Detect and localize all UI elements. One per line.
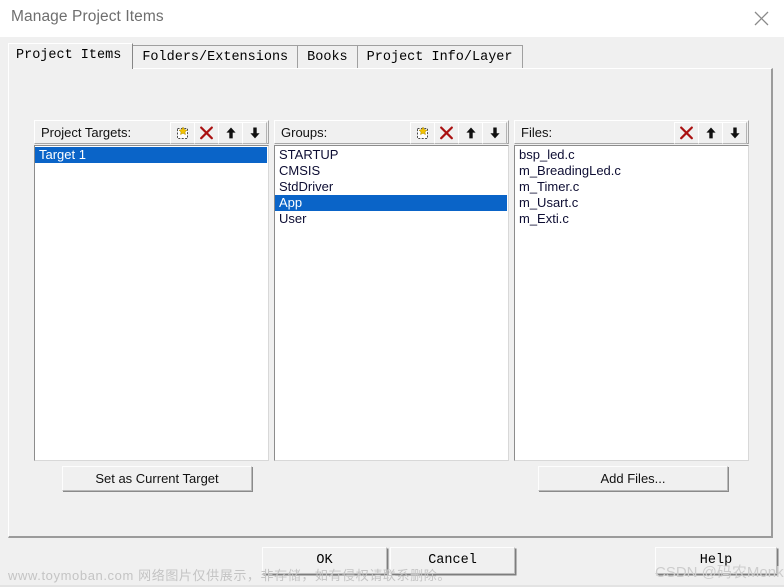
add-files-button[interactable]: Add Files... <box>538 466 728 491</box>
help-button[interactable]: Help <box>655 547 777 574</box>
move-down-icon[interactable] <box>722 122 747 144</box>
new-item-icon[interactable] <box>410 122 435 144</box>
button-label: Set as Current Target <box>95 471 219 486</box>
project-targets-label: Project Targets: <box>41 124 132 140</box>
list-item[interactable]: m_Exti.c <box>515 211 748 227</box>
files-label: Files: <box>521 124 553 140</box>
groups-list[interactable]: STARTUP CMSIS StdDriver App User <box>274 145 509 461</box>
list-item[interactable]: bsp_led.c <box>515 147 748 163</box>
list-item[interactable]: CMSIS <box>275 163 508 179</box>
delete-icon[interactable] <box>434 122 459 144</box>
manage-project-items-dialog: Manage Project Items Project Items Folde… <box>0 0 784 587</box>
tab-project-items[interactable]: Project Items <box>8 43 134 69</box>
groups-panel: Groups: STARTUP CMSIS StdDriver App User <box>274 120 509 461</box>
files-header: Files: <box>514 120 749 144</box>
button-label: OK <box>316 553 333 568</box>
button-label: Help <box>699 553 733 568</box>
delete-icon[interactable] <box>674 122 699 144</box>
close-icon[interactable] <box>738 0 784 37</box>
files-panel: Files: bsp_led.c m_BreadingLed.c m_Timer… <box>514 120 749 461</box>
list-item[interactable]: STARTUP <box>275 147 508 163</box>
tab-books[interactable]: Books <box>297 45 358 69</box>
move-up-icon[interactable] <box>458 122 483 144</box>
new-item-icon[interactable] <box>170 122 195 144</box>
button-label: Cancel <box>428 553 477 568</box>
files-list[interactable]: bsp_led.c m_BreadingLed.c m_Timer.c m_Us… <box>514 145 749 461</box>
title-bar: Manage Project Items <box>0 0 784 37</box>
tab-label: Project Info/Layer <box>366 50 513 65</box>
tab-label: Books <box>307 50 348 65</box>
tab-strip: Project Items Folders/Extensions Books P… <box>8 43 523 69</box>
window-title: Manage Project Items <box>11 8 164 25</box>
set-as-current-target-button[interactable]: Set as Current Target <box>62 466 252 491</box>
cancel-button[interactable]: Cancel <box>390 547 515 574</box>
project-targets-list[interactable]: Target 1 <box>34 145 269 461</box>
delete-icon[interactable] <box>194 122 219 144</box>
project-targets-toolbar <box>170 121 267 145</box>
list-item[interactable]: App <box>275 195 507 211</box>
tab-page-project-items: Project Targets: Target 1 Groups: STARTU… <box>8 68 773 538</box>
list-item[interactable]: m_Usart.c <box>515 195 748 211</box>
tab-project-info-layer[interactable]: Project Info/Layer <box>356 45 523 69</box>
ok-button[interactable]: OK <box>262 547 387 574</box>
tab-label: Folders/Extensions <box>142 50 289 65</box>
move-up-icon[interactable] <box>218 122 243 144</box>
tab-folders-extensions[interactable]: Folders/Extensions <box>132 45 299 69</box>
project-targets-panel: Project Targets: Target 1 <box>34 120 269 461</box>
list-item[interactable]: m_BreadingLed.c <box>515 163 748 179</box>
move-up-icon[interactable] <box>698 122 723 144</box>
move-down-icon[interactable] <box>482 122 507 144</box>
button-label: Add Files... <box>600 471 666 486</box>
files-toolbar <box>674 121 747 145</box>
tab-label: Project Items <box>16 48 122 63</box>
project-targets-header: Project Targets: <box>34 120 269 144</box>
groups-label: Groups: <box>281 124 328 140</box>
list-item[interactable]: StdDriver <box>275 179 508 195</box>
move-down-icon[interactable] <box>242 122 267 144</box>
groups-toolbar <box>410 121 507 145</box>
groups-header: Groups: <box>274 120 509 144</box>
list-item[interactable]: m_Timer.c <box>515 179 748 195</box>
list-item[interactable]: User <box>275 211 508 227</box>
list-item[interactable]: Target 1 <box>35 147 267 163</box>
